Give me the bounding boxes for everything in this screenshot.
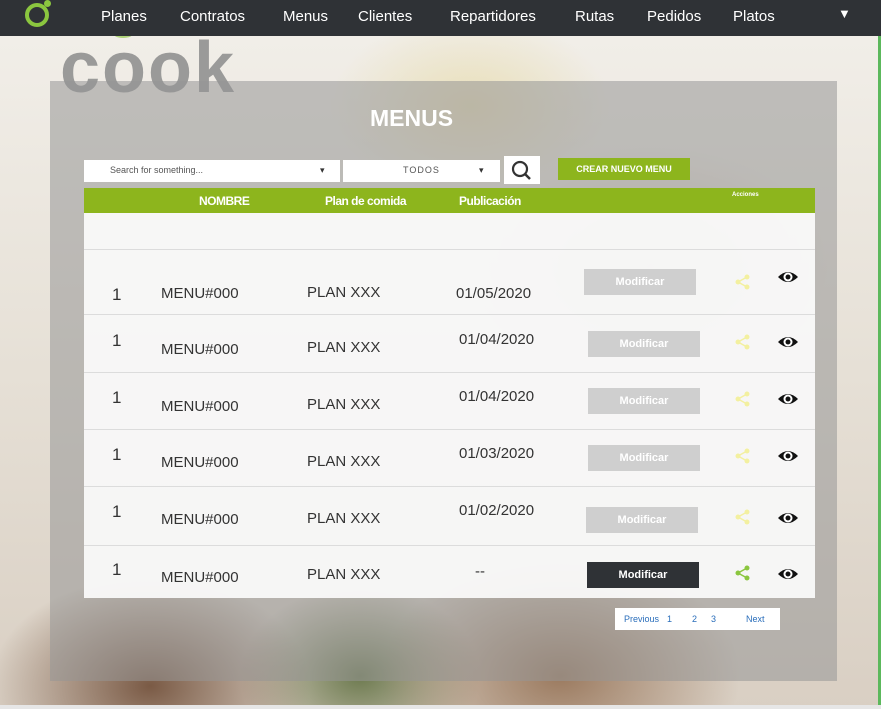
eye-icon[interactable] xyxy=(777,507,799,529)
nav-item-clientes[interactable]: Clientes xyxy=(358,8,412,25)
row-plan: PLAN XXX xyxy=(307,510,381,527)
pagination-previous[interactable]: Previous xyxy=(624,614,659,624)
share-icon[interactable] xyxy=(734,564,752,582)
share-icon[interactable] xyxy=(734,333,752,351)
row-fecha: 01/03/2020 xyxy=(459,445,535,462)
row-nombre: MENU#000 xyxy=(161,398,239,415)
table-row[interactable]: 1 MENU#000 PLAN XXX 01/03/2020 Modificar xyxy=(84,430,815,487)
row-number: 1 xyxy=(112,560,122,579)
filter-caret-icon: ▾ xyxy=(479,165,484,175)
nav-item-rutas[interactable]: Rutas xyxy=(575,8,614,25)
window-bottom-edge xyxy=(0,705,881,709)
header-nombre: NOMBRE xyxy=(199,194,250,208)
pagination-page-1[interactable]: 1 xyxy=(667,614,672,624)
eye-icon[interactable] xyxy=(777,266,799,288)
share-icon[interactable] xyxy=(734,447,752,465)
modify-button[interactable]: Modificar xyxy=(588,331,700,357)
eye-icon[interactable] xyxy=(777,331,799,353)
row-fecha: 01/02/2020 xyxy=(459,502,535,519)
row-number: 1 xyxy=(112,285,122,304)
share-icon[interactable] xyxy=(734,508,752,526)
header-acciones: Acciones xyxy=(732,192,759,198)
pagination: Previous 1 2 3 Next xyxy=(615,608,780,630)
row-nombre: MENU#000 xyxy=(161,569,239,586)
pagination-page-2[interactable]: 2 xyxy=(692,614,697,624)
search-button[interactable] xyxy=(504,156,540,184)
row-nombre: MENU#000 xyxy=(161,341,239,358)
nav-dropdown-caret-icon[interactable]: ▼ xyxy=(838,6,851,21)
table-row[interactable]: 1 MENU#000 PLAN XXX 01/04/2020 Modificar xyxy=(84,373,815,430)
search-icon xyxy=(511,160,531,180)
row-number: 1 xyxy=(112,388,122,407)
row-fecha: 01/05/2020 xyxy=(456,285,532,302)
row-plan: PLAN XXX xyxy=(307,396,381,413)
row-plan: PLAN XXX xyxy=(307,453,381,470)
search-input[interactable]: Search for something... ▾ xyxy=(84,160,340,182)
table-row[interactable]: 1 MENU#000 PLAN XXX -- Modificar xyxy=(84,546,815,598)
pagination-page-3[interactable]: 3 xyxy=(711,614,716,624)
row-nombre: MENU#000 xyxy=(161,285,239,302)
modify-button[interactable]: Modificar xyxy=(584,269,696,295)
row-plan: PLAN XXX xyxy=(307,284,381,301)
top-navbar: Planes Contratos Menus Clientes Repartid… xyxy=(0,0,881,36)
share-icon[interactable] xyxy=(734,273,752,291)
table-row[interactable]: 1 MENU#000 PLAN XXX 01/05/2020 Modificar xyxy=(84,250,815,315)
row-plan: PLAN XXX xyxy=(307,339,381,356)
nav-item-planes[interactable]: Planes xyxy=(101,8,147,25)
header-plan: Plan de comida xyxy=(325,194,407,208)
nav-item-platos[interactable]: Platos xyxy=(733,8,775,25)
row-number: 1 xyxy=(112,445,122,464)
eye-icon[interactable] xyxy=(777,563,799,585)
table-body: 1 MENU#000 PLAN XXX 01/05/2020 Modificar… xyxy=(84,213,815,598)
table-row[interactable]: 1 MENU#000 PLAN XXX 01/04/2020 Modificar xyxy=(84,315,815,373)
nav-item-menus[interactable]: Menus xyxy=(283,8,328,25)
eye-icon[interactable] xyxy=(777,388,799,410)
filter-select[interactable]: TODOS ▾ xyxy=(343,160,500,182)
row-number: 1 xyxy=(112,331,122,350)
nav-item-repartidores[interactable]: Repartidores xyxy=(450,8,536,25)
row-plan: PLAN XXX xyxy=(307,566,381,583)
table-row[interactable]: 1 MENU#000 PLAN XXX 01/02/2020 Modificar xyxy=(84,487,815,546)
nav-item-contratos[interactable]: Contratos xyxy=(180,8,245,25)
row-nombre: MENU#000 xyxy=(161,454,239,471)
modify-button[interactable]: Modificar xyxy=(587,562,699,588)
eye-icon[interactable] xyxy=(777,445,799,467)
row-nombre: MENU#000 xyxy=(161,511,239,528)
page-title: MENUS xyxy=(370,105,454,131)
modify-button[interactable]: Modificar xyxy=(588,388,700,414)
create-menu-button[interactable]: CREAR NUEVO MENU xyxy=(558,158,690,180)
table-header: NOMBRE Plan de comida Publicación Accion… xyxy=(84,188,815,213)
brand-logo-dot xyxy=(44,0,51,7)
row-fecha: 01/04/2020 xyxy=(459,388,535,405)
share-icon[interactable] xyxy=(734,390,752,408)
filter-value: TODOS xyxy=(403,165,440,175)
header-publicacion: Publicación xyxy=(459,194,521,208)
search-placeholder: Search for something... xyxy=(110,165,204,175)
pagination-next[interactable]: Next xyxy=(746,614,765,624)
row-fecha: -- xyxy=(475,563,485,580)
search-dropdown-caret-icon[interactable]: ▾ xyxy=(320,165,325,176)
row-fecha: 01/04/2020 xyxy=(459,331,535,348)
table-spacer-row xyxy=(84,213,815,250)
nav-item-pedidos[interactable]: Pedidos xyxy=(647,8,701,25)
row-number: 1 xyxy=(112,502,122,521)
modify-button[interactable]: Modificar xyxy=(588,445,700,471)
modify-button[interactable]: Modificar xyxy=(586,507,698,533)
